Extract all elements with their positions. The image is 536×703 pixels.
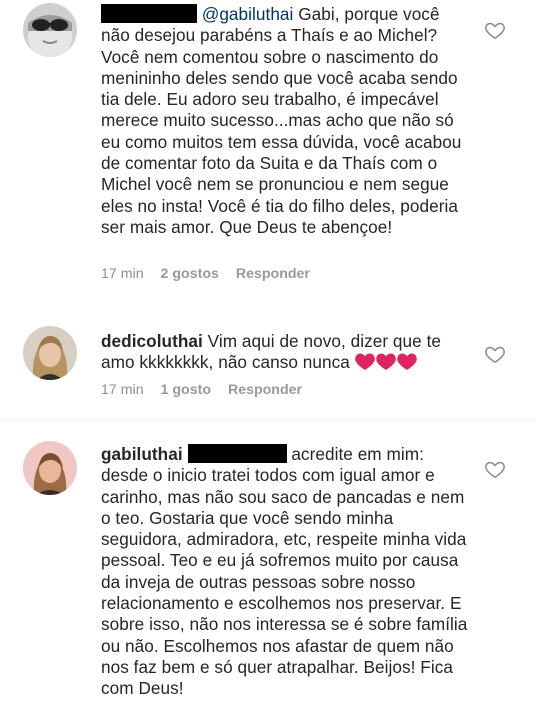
divider: [0, 420, 536, 421]
redaction-bar: [101, 4, 197, 23]
avatar[interactable]: [23, 441, 77, 495]
mention-link[interactable]: @gabiluthai: [202, 4, 294, 24]
like-button[interactable]: [484, 458, 506, 480]
comment-text: gabiluthai acredite em mim: desde o inic…: [101, 444, 471, 700]
username[interactable]: gabiluthai: [101, 444, 183, 464]
heart-outline-icon: [485, 346, 505, 364]
comment-text: @gabiluthai Gabi, porque você não desejo…: [101, 4, 471, 238]
comment-meta: 17 min 2 gostos Responder: [101, 266, 323, 282]
avatar-sunglasses-icon: [23, 3, 77, 57]
comment-body: Gabi, porque você não desejou parabéns a…: [101, 4, 462, 237]
redaction-bar: [187, 444, 287, 463]
timestamp: 17 min: [101, 382, 144, 398]
hearts-emoji-icon: [354, 352, 417, 376]
avatar[interactable]: [23, 3, 77, 57]
like-button[interactable]: [484, 343, 506, 365]
heart-outline-icon: [485, 461, 505, 479]
timestamp: 17 min: [101, 266, 144, 282]
like-button[interactable]: [484, 19, 506, 41]
comment-meta: 17 min 1 gosto Responder: [101, 382, 315, 398]
username[interactable]: dedicoluthai: [101, 331, 203, 351]
reply-button[interactable]: Responder: [236, 266, 310, 282]
comment-body: acredite em mim: desde o inicio tratei t…: [101, 444, 468, 699]
avatar[interactable]: [23, 326, 77, 380]
avatar-blonde-woman-icon: [23, 326, 77, 380]
comment-text: dedicoluthai Vim aqui de novo, dizer que…: [101, 331, 471, 377]
avatar-woman-pink-bg-icon: [23, 441, 77, 495]
likes-count[interactable]: 2 gostos: [161, 266, 219, 282]
reply-button[interactable]: Responder: [228, 382, 302, 398]
heart-outline-icon: [485, 22, 505, 40]
likes-count[interactable]: 1 gosto: [161, 382, 211, 398]
